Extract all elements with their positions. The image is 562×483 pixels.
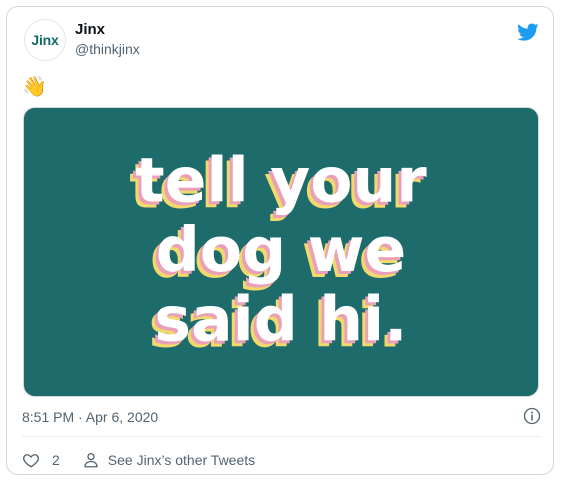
media-graphic: tell your dog we said hi. tell your dog …: [24, 108, 538, 396]
media-line-2: dog we: [156, 214, 407, 286]
info-icon[interactable]: [523, 407, 541, 425]
divider: [22, 436, 541, 437]
avatar[interactable]: Jinx: [24, 19, 66, 61]
author-name[interactable]: Jinx: [75, 21, 105, 38]
media-line-3: said hi.: [154, 283, 407, 355]
media-line-1: tell your: [135, 144, 427, 216]
see-other-tweets-link[interactable]: See Jinx’s other Tweets: [108, 452, 255, 468]
action-bar: 2 See Jinx’s other Tweets: [22, 451, 255, 469]
waving-hand-emoji: 👋: [22, 76, 47, 98]
author-handle[interactable]: @thinkjinx: [75, 41, 140, 57]
tweet-media-image[interactable]: tell your dog we said hi. tell your dog …: [23, 107, 539, 397]
avatar-text: Jinx: [31, 32, 59, 48]
like-count[interactable]: 2: [52, 452, 60, 468]
person-icon[interactable]: [82, 451, 100, 469]
heart-icon[interactable]: [22, 451, 40, 469]
tweet-timestamp[interactable]: 8:51 PM · Apr 6, 2020: [22, 409, 158, 425]
tweet-card: Jinx Jinx @thinkjinx 👋 tell your dog we …: [6, 6, 554, 475]
twitter-bird-icon[interactable]: [517, 21, 539, 43]
